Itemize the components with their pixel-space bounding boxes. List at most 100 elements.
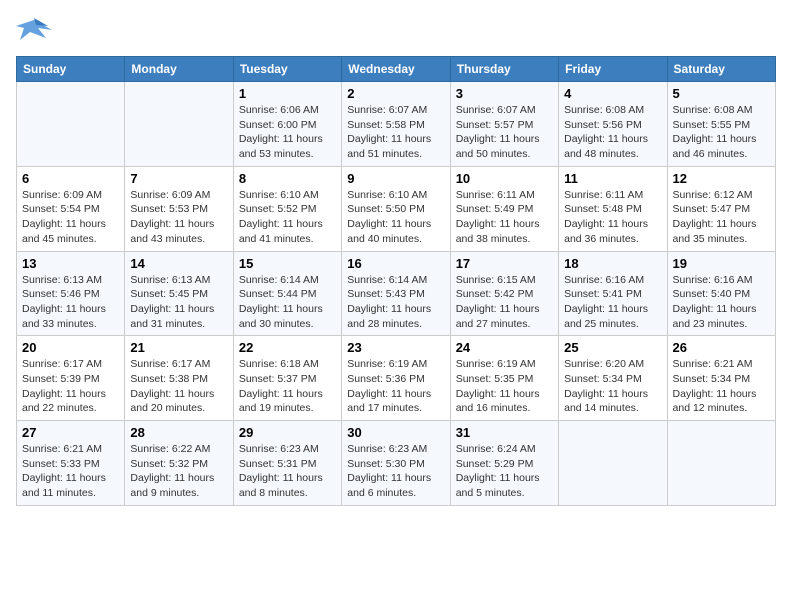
day-number: 21 <box>130 340 227 355</box>
day-info: Sunrise: 6:20 AMSunset: 5:34 PMDaylight:… <box>564 357 661 416</box>
calendar-week-3: 13 Sunrise: 6:13 AMSunset: 5:46 PMDayligh… <box>17 251 776 336</box>
calendar-cell: 7 Sunrise: 6:09 AMSunset: 5:53 PMDaylight… <box>125 166 233 251</box>
day-info: Sunrise: 6:12 AMSunset: 5:47 PMDaylight:… <box>673 188 770 247</box>
day-info: Sunrise: 6:13 AMSunset: 5:46 PMDaylight:… <box>22 273 119 332</box>
calendar-cell: 19Sunrise: 6:16 AMSunset: 5:40 PMDayligh… <box>667 251 775 336</box>
day-number: 1 <box>239 86 336 101</box>
calendar-week-2: 6 Sunrise: 6:09 AMSunset: 5:54 PMDaylight… <box>17 166 776 251</box>
day-number: 7 <box>130 171 227 186</box>
day-info: Sunrise: 6:23 AMSunset: 5:30 PMDaylight:… <box>347 442 444 501</box>
day-info: Sunrise: 6:09 AMSunset: 5:54 PMDaylight:… <box>22 188 119 247</box>
weekday-header-tuesday: Tuesday <box>233 57 341 82</box>
day-number: 15 <box>239 256 336 271</box>
day-number: 13 <box>22 256 119 271</box>
calendar-cell: 21 Sunrise: 6:17 AMSunset: 5:38 PMDayligh… <box>125 336 233 421</box>
day-info: Sunrise: 6:14 AMSunset: 5:43 PMDaylight:… <box>347 273 444 332</box>
weekday-header-monday: Monday <box>125 57 233 82</box>
day-number: 10 <box>456 171 553 186</box>
calendar-cell: 17Sunrise: 6:15 AMSunset: 5:42 PMDayligh… <box>450 251 558 336</box>
calendar-cell <box>17 82 125 167</box>
calendar-cell <box>125 82 233 167</box>
day-info: Sunrise: 6:17 AMSunset: 5:38 PMDaylight:… <box>130 357 227 416</box>
weekday-header-friday: Friday <box>559 57 667 82</box>
calendar-cell: 26 Sunrise: 6:21 AMSunset: 5:34 PMDayligh… <box>667 336 775 421</box>
logo-icon <box>16 16 52 44</box>
calendar-week-1: 1 Sunrise: 6:06 AMSunset: 6:00 PMDaylight… <box>17 82 776 167</box>
calendar-cell: 30 Sunrise: 6:23 AMSunset: 5:30 PMDayligh… <box>342 421 450 506</box>
logo <box>16 16 56 44</box>
calendar-week-4: 20Sunrise: 6:17 AMSunset: 5:39 PMDayligh… <box>17 336 776 421</box>
day-info: Sunrise: 6:21 AMSunset: 5:33 PMDaylight:… <box>22 442 119 501</box>
calendar-cell: 9 Sunrise: 6:10 AMSunset: 5:50 PMDaylight… <box>342 166 450 251</box>
day-number: 22 <box>239 340 336 355</box>
day-number: 12 <box>673 171 770 186</box>
calendar-cell: 14 Sunrise: 6:13 AMSunset: 5:45 PMDayligh… <box>125 251 233 336</box>
calendar-week-5: 27 Sunrise: 6:21 AMSunset: 5:33 PMDayligh… <box>17 421 776 506</box>
day-info: Sunrise: 6:14 AMSunset: 5:44 PMDaylight:… <box>239 273 336 332</box>
day-number: 6 <box>22 171 119 186</box>
day-number: 3 <box>456 86 553 101</box>
calendar-cell <box>667 421 775 506</box>
day-number: 31 <box>456 425 553 440</box>
day-number: 4 <box>564 86 661 101</box>
day-number: 14 <box>130 256 227 271</box>
day-number: 17 <box>456 256 553 271</box>
day-number: 24 <box>456 340 553 355</box>
calendar-cell: 3 Sunrise: 6:07 AMSunset: 5:57 PMDaylight… <box>450 82 558 167</box>
day-info: Sunrise: 6:08 AMSunset: 5:55 PMDaylight:… <box>673 103 770 162</box>
day-info: Sunrise: 6:11 AMSunset: 5:49 PMDaylight:… <box>456 188 553 247</box>
day-info: Sunrise: 6:09 AMSunset: 5:53 PMDaylight:… <box>130 188 227 247</box>
calendar-cell <box>559 421 667 506</box>
calendar-cell: 20Sunrise: 6:17 AMSunset: 5:39 PMDayligh… <box>17 336 125 421</box>
day-number: 28 <box>130 425 227 440</box>
day-info: Sunrise: 6:07 AMSunset: 5:58 PMDaylight:… <box>347 103 444 162</box>
day-info: Sunrise: 6:11 AMSunset: 5:48 PMDaylight:… <box>564 188 661 247</box>
calendar-cell: 23 Sunrise: 6:19 AMSunset: 5:36 PMDayligh… <box>342 336 450 421</box>
calendar-cell: 5 Sunrise: 6:08 AMSunset: 5:55 PMDaylight… <box>667 82 775 167</box>
day-info: Sunrise: 6:07 AMSunset: 5:57 PMDaylight:… <box>456 103 553 162</box>
calendar-cell: 4 Sunrise: 6:08 AMSunset: 5:56 PMDaylight… <box>559 82 667 167</box>
calendar-cell: 27 Sunrise: 6:21 AMSunset: 5:33 PMDayligh… <box>17 421 125 506</box>
calendar-cell: 18 Sunrise: 6:16 AMSunset: 5:41 PMDayligh… <box>559 251 667 336</box>
weekday-header-saturday: Saturday <box>667 57 775 82</box>
day-number: 11 <box>564 171 661 186</box>
day-info: Sunrise: 6:19 AMSunset: 5:36 PMDaylight:… <box>347 357 444 416</box>
calendar-cell: 1 Sunrise: 6:06 AMSunset: 6:00 PMDaylight… <box>233 82 341 167</box>
calendar-cell: 31 Sunrise: 6:24 AMSunset: 5:29 PMDayligh… <box>450 421 558 506</box>
calendar-cell: 8 Sunrise: 6:10 AMSunset: 5:52 PMDaylight… <box>233 166 341 251</box>
calendar-cell: 2 Sunrise: 6:07 AMSunset: 5:58 PMDaylight… <box>342 82 450 167</box>
day-number: 2 <box>347 86 444 101</box>
day-number: 19 <box>673 256 770 271</box>
day-info: Sunrise: 6:24 AMSunset: 5:29 PMDaylight:… <box>456 442 553 501</box>
day-info: Sunrise: 6:10 AMSunset: 5:50 PMDaylight:… <box>347 188 444 247</box>
calendar-cell: 29 Sunrise: 6:23 AMSunset: 5:31 PMDayligh… <box>233 421 341 506</box>
page-header <box>16 16 776 44</box>
day-info: Sunrise: 6:23 AMSunset: 5:31 PMDaylight:… <box>239 442 336 501</box>
day-number: 29 <box>239 425 336 440</box>
day-info: Sunrise: 6:17 AMSunset: 5:39 PMDaylight:… <box>22 357 119 416</box>
calendar-cell: 12 Sunrise: 6:12 AMSunset: 5:47 PMDayligh… <box>667 166 775 251</box>
day-info: Sunrise: 6:13 AMSunset: 5:45 PMDaylight:… <box>130 273 227 332</box>
day-number: 30 <box>347 425 444 440</box>
weekday-header-wednesday: Wednesday <box>342 57 450 82</box>
day-number: 8 <box>239 171 336 186</box>
day-number: 9 <box>347 171 444 186</box>
day-info: Sunrise: 6:16 AMSunset: 5:41 PMDaylight:… <box>564 273 661 332</box>
day-info: Sunrise: 6:08 AMSunset: 5:56 PMDaylight:… <box>564 103 661 162</box>
day-info: Sunrise: 6:21 AMSunset: 5:34 PMDaylight:… <box>673 357 770 416</box>
calendar-cell: 16Sunrise: 6:14 AMSunset: 5:43 PMDayligh… <box>342 251 450 336</box>
calendar-cell: 24Sunrise: 6:19 AMSunset: 5:35 PMDayligh… <box>450 336 558 421</box>
day-info: Sunrise: 6:06 AMSunset: 6:00 PMDaylight:… <box>239 103 336 162</box>
calendar-cell: 28Sunrise: 6:22 AMSunset: 5:32 PMDayligh… <box>125 421 233 506</box>
day-number: 25 <box>564 340 661 355</box>
calendar-header: SundayMondayTuesdayWednesdayThursdayFrid… <box>17 57 776 82</box>
day-number: 23 <box>347 340 444 355</box>
day-number: 26 <box>673 340 770 355</box>
day-info: Sunrise: 6:18 AMSunset: 5:37 PMDaylight:… <box>239 357 336 416</box>
day-info: Sunrise: 6:10 AMSunset: 5:52 PMDaylight:… <box>239 188 336 247</box>
calendar-table: SundayMondayTuesdayWednesdayThursdayFrid… <box>16 56 776 506</box>
day-number: 27 <box>22 425 119 440</box>
day-number: 18 <box>564 256 661 271</box>
calendar-cell: 10 Sunrise: 6:11 AMSunset: 5:49 PMDayligh… <box>450 166 558 251</box>
day-number: 5 <box>673 86 770 101</box>
